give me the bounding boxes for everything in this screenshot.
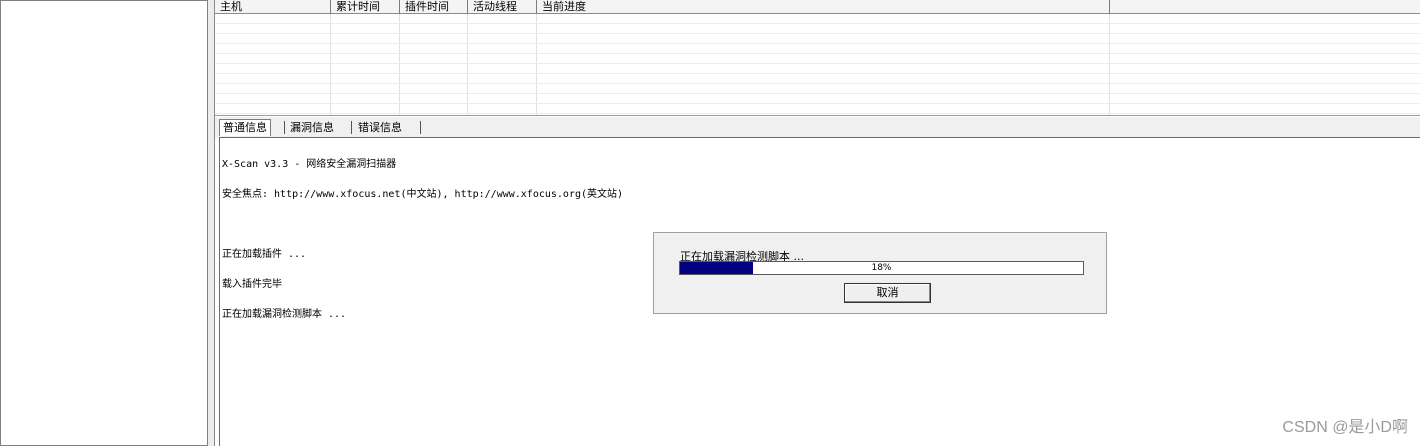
log-line: 载入插件完毕 — [222, 279, 282, 290]
log-line: X-Scan v3.3 - 网络安全漏洞扫描器 — [222, 159, 397, 170]
tab-general-info[interactable]: 普通信息 — [219, 119, 271, 136]
log-line: 正在加载漏洞检测脚本 ... — [222, 309, 347, 320]
tab-strip: 普通信息 漏洞信息 错误信息 — [215, 117, 1420, 138]
host-list[interactable]: 主机 累计时间 插件时间 活动线程 当前进度 — [215, 0, 1420, 116]
cancel-button[interactable]: 取消 — [844, 283, 931, 303]
host-list-header: 主机 累计时间 插件时间 活动线程 当前进度 — [215, 0, 1420, 14]
watermark: CSDN @是小D啊 — [1282, 419, 1408, 436]
log-line: 安全焦点: http://www.xfocus.net(中文站), http:/… — [222, 189, 624, 200]
column-header-elapsed-time[interactable]: 累计时间 — [331, 0, 400, 14]
tree-pane[interactable] — [0, 0, 208, 446]
main-window: 主机 累计时间 插件时间 活动线程 当前进度 普通信息 漏洞信息 错误信息 X-… — [0, 0, 1420, 446]
progress-percent-text: 18% — [871, 263, 892, 273]
column-header-current-progress[interactable]: 当前进度 — [537, 0, 1110, 14]
log-lines: X-Scan v3.3 - 网络安全漏洞扫描器 安全焦点: http://www… — [222, 140, 623, 340]
progress-bar: 18% — [679, 261, 1084, 275]
host-list-body[interactable] — [215, 14, 1420, 115]
loading-progress-dialog: 正在加载漏洞检测脚本 ... 18% 取消 — [653, 232, 1107, 314]
log-line: 正在加载插件 ... — [222, 249, 307, 260]
column-header-plugin-time[interactable]: 插件时间 — [400, 0, 468, 14]
column-header-blank[interactable] — [1110, 0, 1420, 14]
tab-error-info[interactable]: 错误信息 — [355, 120, 405, 136]
tab-vulnerability-info[interactable]: 漏洞信息 — [287, 120, 337, 136]
column-header-host[interactable]: 主机 — [215, 0, 331, 14]
column-header-active-threads[interactable]: 活动线程 — [468, 0, 537, 14]
